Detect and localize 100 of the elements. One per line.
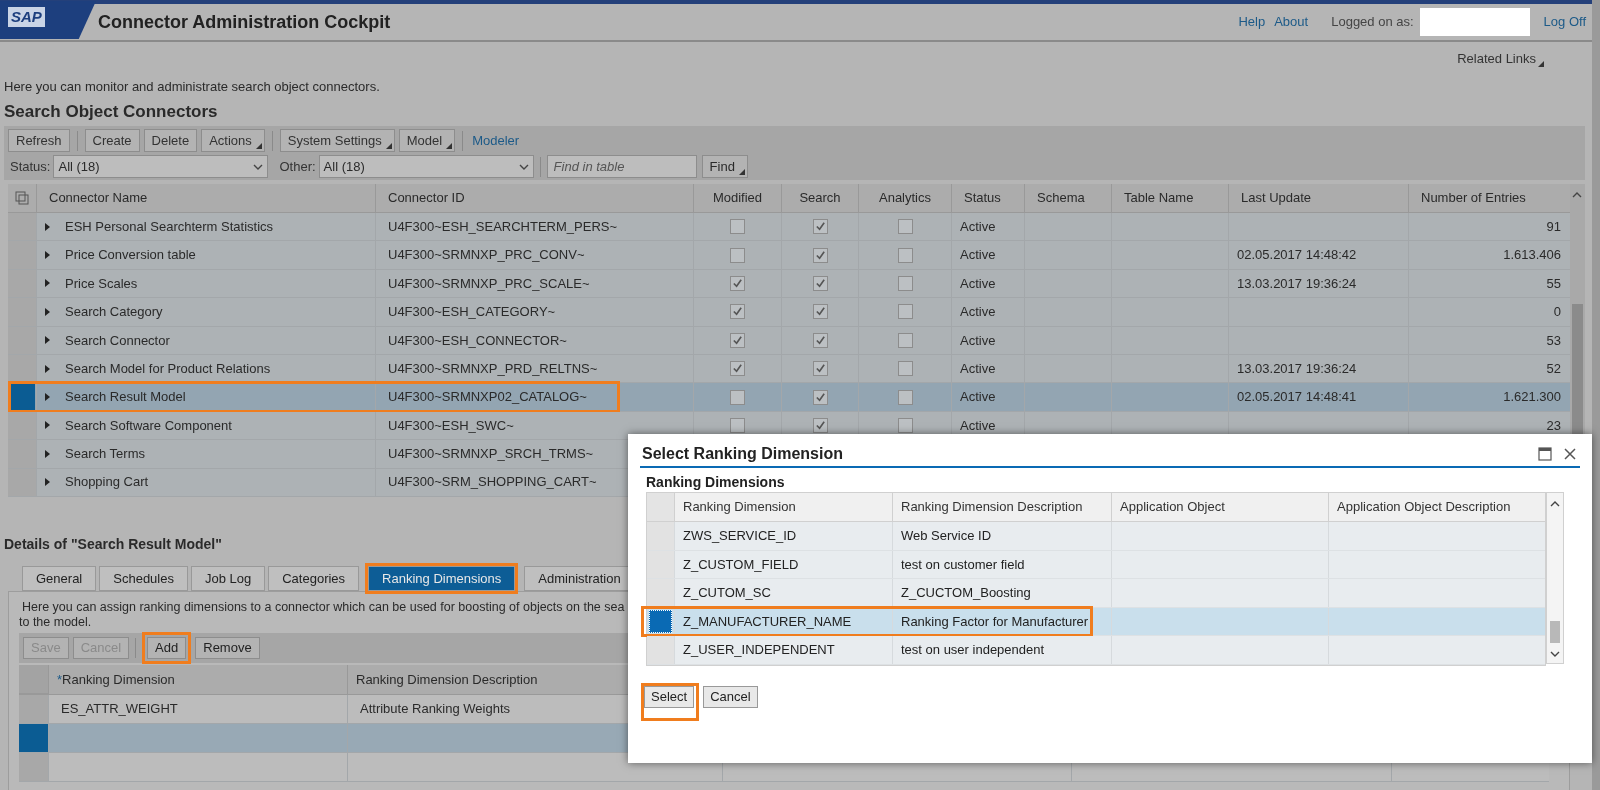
table-row[interactable]: ZWS_SERVICE_ID Web Service ID (647, 522, 1545, 551)
log-off-link[interactable]: Log Off (1543, 12, 1586, 32)
checkbox[interactable] (730, 219, 745, 235)
table-cell-text: Z_CUSTOM_FIELD (683, 555, 799, 574)
expand-icon (45, 251, 50, 260)
checkbox[interactable] (812, 219, 828, 235)
checkbox[interactable] (897, 417, 913, 433)
tab[interactable]: Categories (268, 566, 360, 591)
menu-button[interactable]: Actions (201, 129, 265, 152)
checkbox[interactable] (812, 361, 828, 377)
checkbox[interactable] (897, 275, 913, 291)
tab[interactable]: Job Log (190, 566, 266, 591)
tab[interactable]: General (22, 566, 97, 591)
checkbox[interactable] (897, 361, 913, 377)
checkbox[interactable] (812, 304, 828, 320)
table-cell-text: Search Model for Product Relations (65, 359, 271, 378)
find-button[interactable]: Find (701, 155, 748, 178)
row-selector[interactable] (649, 609, 672, 633)
chevron-down-icon (518, 163, 529, 170)
check-icon (732, 363, 743, 375)
menu-button[interactable]: System Settings (279, 129, 395, 152)
intro-text: Here you can monitor and administrate search object connectors. (4, 78, 380, 96)
header-link[interactable]: About (1274, 12, 1309, 32)
table-row[interactable]: Z_CUSTOM_FIELD test on customer field (647, 550, 1545, 579)
row-selector[interactable] (9, 384, 35, 410)
column-header[interactable]: Application Object (1111, 493, 1328, 521)
column-header[interactable]: Ranking Dimension (62, 669, 175, 690)
table-cell-text: Active (960, 359, 996, 378)
check-icon (814, 363, 826, 375)
tab[interactable]: Ranking Dimensions (368, 566, 516, 591)
column-header[interactable]: Analytics (858, 184, 951, 212)
related-links-menu[interactable]: Related Links (1457, 49, 1546, 69)
checkbox[interactable] (730, 361, 745, 377)
column-header[interactable]: Connector Name (36, 184, 375, 212)
checkbox[interactable] (897, 304, 913, 320)
column-header[interactable]: Table Name (1111, 184, 1228, 212)
checkbox[interactable] (730, 389, 745, 405)
filter-dropdown[interactable]: All (18) (53, 155, 269, 178)
column-header[interactable]: Last Update (1228, 184, 1408, 212)
column-header[interactable]: Ranking Dimension (674, 493, 892, 521)
table-row[interactable]: Price Scales U4F300~SRMNXP_PRC_SCALE~ Active 13.03.2017 19:36:24 55 (8, 269, 1570, 299)
table-row[interactable]: Z_CUTOM_SC Z_CUCTOM_Boosting (647, 579, 1545, 608)
tab[interactable]: Schedules (99, 566, 188, 591)
selector-header[interactable] (647, 493, 674, 521)
dialog-button[interactable]: Cancel (703, 685, 758, 708)
check-icon (814, 221, 826, 233)
expand-icon (45, 393, 50, 402)
column-header[interactable]: Search (781, 184, 858, 212)
section-heading: Search Object Connectors (4, 101, 218, 123)
table-row[interactable]: Price Conversion table U4F300~SRMNXP_PRC_CONV~ Active 02.05.2017 14:48:42 1.613.406 (8, 241, 1570, 270)
checkbox[interactable] (897, 332, 913, 348)
table-row[interactable]: Search Result Model U4F300~SRMNXP02_CATALOG~ Active 02.05.2017 14:48:41 1.621.300 (8, 383, 1570, 412)
checkbox[interactable] (730, 247, 745, 263)
details-heading: Details of "Search Result Model" (4, 535, 222, 554)
expand-icon (45, 336, 50, 345)
toolbar-button[interactable]: Remove (195, 637, 260, 659)
checkbox[interactable] (730, 275, 745, 291)
description-text: Here you can assign ranking dimensions to a connector which can be used for boosting of objects on the sea (22, 600, 625, 615)
table-cell-text: 0 (1553, 303, 1561, 322)
filter-dropdown[interactable]: All (18) (318, 155, 534, 178)
checkbox[interactable] (897, 389, 913, 405)
column-header[interactable]: Status (951, 184, 1024, 212)
column-header[interactable]: Ranking Dimension Description (356, 669, 538, 690)
selector-header[interactable] (19, 665, 48, 694)
column-header[interactable]: Schema (1024, 184, 1111, 212)
checkbox[interactable] (897, 219, 913, 235)
table-row[interactable]: Z_USER_INDEPENDENT test on user independent (647, 636, 1545, 665)
checkbox[interactable] (812, 389, 828, 405)
checkbox[interactable] (730, 332, 745, 348)
checkbox[interactable] (812, 247, 828, 263)
checkbox[interactable] (730, 304, 745, 320)
header-link[interactable]: Help (1238, 12, 1266, 32)
checkbox[interactable] (812, 275, 828, 291)
table-row[interactable]: Search Category U4F300~ESH_CATEGORY~ Active 0 (8, 298, 1570, 327)
dialog-button[interactable]: Select (644, 685, 695, 708)
table-row[interactable]: Search Connector U4F300~ESH_CONNECTOR~ Active 53 (8, 326, 1570, 355)
toolbar-button[interactable]: Delete (143, 129, 198, 152)
table-cell: U4F300~SRMNXP_PRD_RELTNS~ (375, 354, 693, 383)
checkbox[interactable] (812, 417, 828, 433)
toolbar-button[interactable]: Create (84, 129, 140, 152)
checkbox[interactable] (897, 247, 913, 263)
column-header[interactable]: Connector ID (375, 184, 693, 212)
scrollbar-thumb[interactable] (1550, 621, 1560, 643)
table-cell-text: 13.03.2017 19:36:24 (1237, 274, 1357, 293)
page-scrollbar[interactable] (1592, 0, 1600, 790)
table-row[interactable]: ESH Personal Searchterm Statistics U4F300~ESH_SEARCHTERM_PERS~ Active 91 (8, 213, 1570, 242)
table-cell-text: 52 (1546, 359, 1561, 378)
checkbox[interactable] (730, 417, 745, 433)
table-row[interactable]: Search Model for Product Relations U4F300~SRMNXP_PRD_RELTNS~ Active 13.03.2017 19:36:24 52 (8, 354, 1570, 384)
find-field[interactable]: Find in table (546, 155, 697, 178)
toolbar-button[interactable]: Refresh (8, 129, 70, 152)
column-header[interactable]: Ranking Dimension Description (892, 493, 1111, 521)
check-icon (814, 249, 826, 261)
table-cell-text: ES_ATTR_WEIGHT (61, 700, 178, 719)
check-icon (814, 391, 826, 403)
column-header[interactable]: Modified (693, 184, 781, 212)
table-scrollbar[interactable] (1546, 492, 1564, 664)
menu-button[interactable]: Model (398, 129, 456, 152)
checkbox[interactable] (812, 332, 828, 348)
toolbar-button[interactable]: Add (147, 637, 187, 659)
